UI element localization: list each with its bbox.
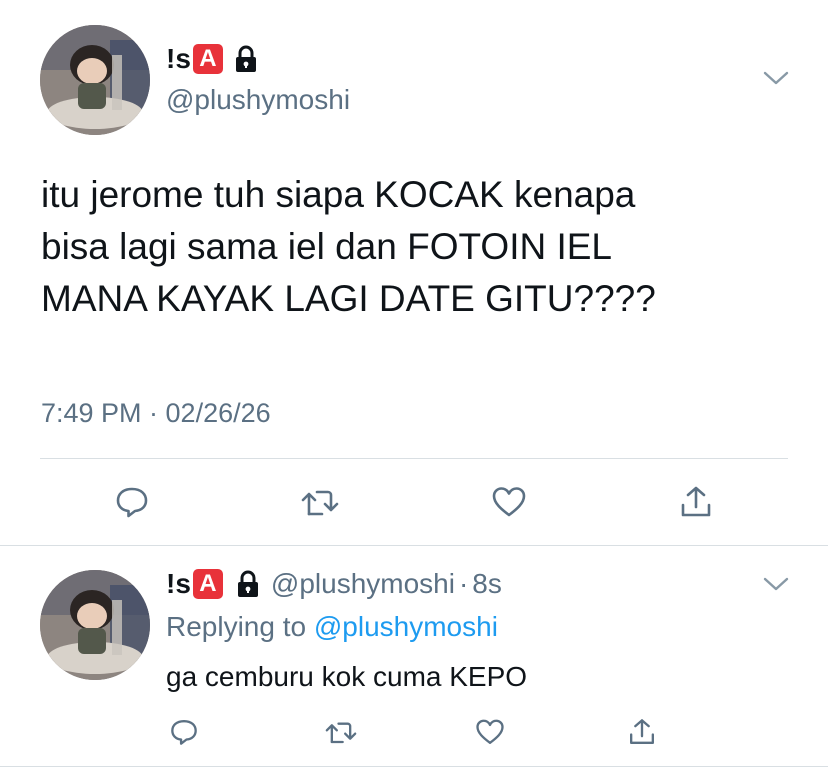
avatar-image <box>40 570 150 680</box>
author-name-row[interactable]: !s A <box>166 42 259 76</box>
retweet-button[interactable] <box>322 714 360 750</box>
tweet-age[interactable]: 8s <box>472 568 502 600</box>
share-button[interactable] <box>674 480 718 524</box>
a-button-emoji-icon: A <box>192 569 223 599</box>
author-handle[interactable]: @plushymoshi <box>166 84 350 116</box>
lock-icon <box>233 45 259 73</box>
comment-icon <box>171 720 197 745</box>
like-button[interactable] <box>472 714 508 750</box>
share-button[interactable] <box>624 714 660 750</box>
reply-button[interactable] <box>110 480 154 524</box>
tweet-text-line: itu jerome tuh siapa KOCAK kenapa <box>41 174 636 215</box>
display-name: !s <box>166 43 191 74</box>
chevron-down-icon[interactable] <box>762 68 790 88</box>
heart-icon <box>476 719 504 744</box>
section-divider <box>0 545 828 546</box>
tweet-text: itu jerome tuh siapa KOCAK kenapa bisa l… <box>41 169 801 325</box>
bottom-divider <box>0 766 828 767</box>
retweet-icon <box>301 490 339 516</box>
comment-icon <box>116 487 148 518</box>
avatar[interactable] <box>40 25 150 135</box>
lock-icon <box>235 570 261 598</box>
share-icon <box>630 719 654 744</box>
display-name[interactable]: !s <box>166 568 191 600</box>
replying-to-label: Replying to <box>166 611 307 642</box>
tweet-timestamp[interactable]: 7:49 PM · 02/26/26 <box>41 398 271 429</box>
avatar-image <box>40 25 150 135</box>
avatar[interactable] <box>40 570 150 680</box>
like-button[interactable] <box>487 480 531 524</box>
a-button-emoji-icon: A <box>192 44 223 74</box>
replying-to-handle[interactable]: @plushymoshi <box>314 611 498 642</box>
separator-dot: · <box>458 568 469 599</box>
heart-icon <box>492 487 526 517</box>
author-handle[interactable]: @plushymoshi <box>271 568 455 600</box>
tweet-text-line: MANA KAYAK LAGI DATE GITU???? <box>41 278 656 319</box>
retweet-button[interactable] <box>298 480 342 524</box>
reply-button[interactable] <box>166 714 202 750</box>
reply-text: ga cemburu kok cuma KEPO <box>166 661 528 692</box>
replying-to-row: Replying to @plushymoshi <box>166 611 498 643</box>
tweet-text-line: bisa lagi sama iel dan FOTOIN IEL <box>41 226 613 267</box>
share-icon <box>681 486 711 517</box>
divider <box>40 458 788 459</box>
chevron-down-icon[interactable] <box>762 574 790 594</box>
reply-header-row: !s A @plushymoshi · 8s <box>166 566 502 602</box>
retweet-icon <box>325 722 357 744</box>
